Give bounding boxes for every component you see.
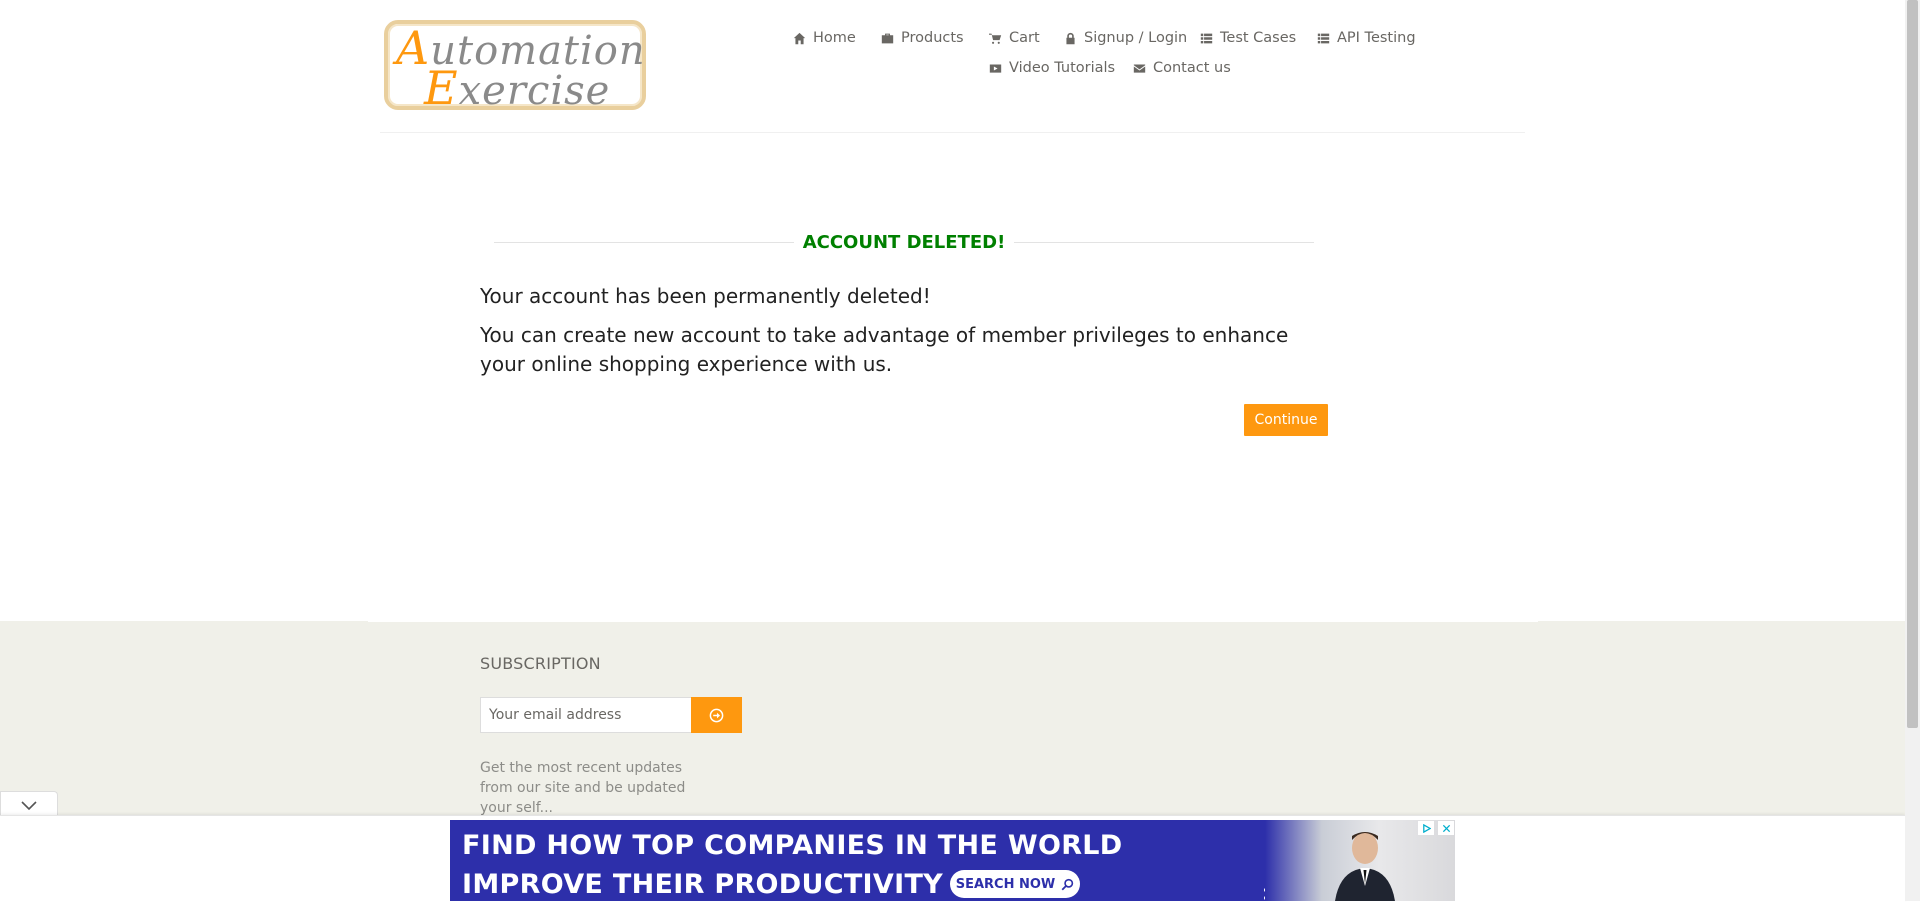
nav-contact-us[interactable]: Contact us (1132, 60, 1231, 76)
nav-signup-login[interactable]: Signup / Login (1063, 30, 1187, 46)
nav-products[interactable]: Products (880, 30, 964, 46)
nav-home-label: Home (813, 30, 856, 46)
title-row: ACCOUNT DELETED! (494, 232, 1314, 253)
subscribe-button[interactable] (691, 697, 742, 733)
ad-banner[interactable]: FIND HOW TOP COMPANIES IN THE WORLD IMPR… (450, 820, 1455, 901)
nav-api-testing-label: API Testing (1337, 30, 1416, 46)
scrollbar-thumb[interactable] (1907, 0, 1918, 728)
subscription-title: SUBSCRIPTION (480, 654, 601, 673)
nav-test-cases-label: Test Cases (1220, 30, 1297, 46)
nav-video-tutorials-label: Video Tutorials (1009, 60, 1116, 76)
ad-headline-line2: IMPROVE THEIR PRODUCTIVITY (462, 869, 944, 900)
nav-contact-us-label: Contact us (1153, 60, 1231, 76)
list-icon (1199, 31, 1213, 45)
nav-signup-login-label: Signup / Login (1084, 30, 1188, 46)
ad-person-image (1335, 832, 1395, 901)
ad-close-icon[interactable] (1438, 821, 1454, 835)
subscription-description: Get the most recent updates from our sit… (480, 760, 686, 816)
footer-divider (368, 621, 1538, 622)
search-icon (1061, 878, 1074, 890)
subscribe-email-input[interactable] (480, 697, 692, 733)
arrow-circle-right-icon (709, 708, 724, 722)
lock-icon (1063, 31, 1077, 45)
ad-search-label: SEARCH NOW (955, 876, 1056, 892)
continue-button[interactable]: Continue (1244, 404, 1328, 436)
nav-products-label: Products (901, 30, 964, 46)
page-title: ACCOUNT DELETED! (802, 232, 1006, 253)
cart-icon (988, 31, 1002, 45)
ad-headline-line1: FIND HOW TOP COMPANIES IN THE WORLD (462, 830, 1123, 861)
nav-cart[interactable]: Cart (988, 30, 1040, 46)
privileges-message: You can create new account to take advan… (480, 323, 1289, 376)
list-icon (1316, 31, 1330, 45)
nav-home[interactable]: Home (792, 30, 856, 46)
nav-cart-label: Cart (1009, 30, 1040, 46)
adchoices-icon[interactable] (1418, 821, 1434, 835)
site-header: Automation Exercise Home Products Cart S… (380, 0, 1525, 133)
nav-api-testing[interactable]: API Testing (1316, 30, 1416, 46)
deleted-message: Your account has been permanently delete… (480, 284, 931, 308)
nav-video-tutorials[interactable]: Video Tutorials (988, 60, 1115, 76)
home-icon (792, 31, 806, 45)
youtube-icon (988, 61, 1002, 75)
nav-test-cases[interactable]: Test Cases (1199, 30, 1296, 46)
products-icon (880, 31, 894, 45)
envelope-icon (1132, 61, 1146, 75)
ad-search-button[interactable]: SEARCH NOW (950, 870, 1080, 898)
main-nav: Home Products Cart Signup / Login Test C… (380, 0, 1525, 100)
chevron-down-icon (21, 800, 37, 810)
